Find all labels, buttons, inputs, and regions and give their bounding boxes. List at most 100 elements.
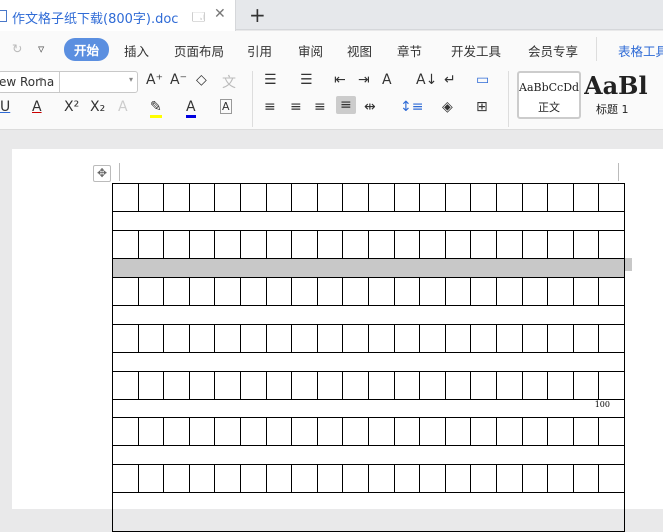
grid-cell[interactable]: [523, 184, 549, 211]
grid-cell[interactable]: [471, 184, 497, 211]
grid-cell[interactable]: [446, 372, 472, 399]
grid-cell[interactable]: [241, 465, 267, 492]
grid-cell[interactable]: [190, 278, 216, 305]
grid-cell[interactable]: [241, 184, 267, 211]
grid-cell[interactable]: [139, 418, 165, 445]
grid-cell[interactable]: [523, 465, 549, 492]
subscript-icon[interactable]: X₂: [90, 99, 105, 115]
grid-row[interactable]: [112, 325, 625, 353]
grid-cell[interactable]: [574, 465, 600, 492]
grid-cell[interactable]: [292, 418, 318, 445]
menu-tab-references[interactable]: 引用: [247, 41, 272, 60]
style-heading-1[interactable]: AaBl 标题 1: [584, 71, 663, 119]
grid-cell[interactable]: [548, 184, 574, 211]
menu-tab-table-tools[interactable]: 表格工具: [618, 41, 663, 60]
grid-cell[interactable]: [420, 372, 446, 399]
grid-cell[interactable]: [599, 465, 624, 492]
grid-cell[interactable]: [164, 465, 190, 492]
grid-cell[interactable]: [164, 325, 190, 352]
grid-cell[interactable]: [497, 278, 523, 305]
spacer-row[interactable]: [112, 306, 625, 325]
grid-cell[interactable]: [343, 372, 369, 399]
grid-row[interactable]: [112, 231, 625, 259]
grid-cell[interactable]: [267, 278, 293, 305]
grid-cell[interactable]: [497, 184, 523, 211]
grid-cell[interactable]: [113, 325, 139, 352]
grid-cell[interactable]: [395, 372, 421, 399]
grid-cell[interactable]: [369, 418, 395, 445]
grid-cell[interactable]: [267, 418, 293, 445]
grid-cell[interactable]: [190, 418, 216, 445]
grid-cell[interactable]: [523, 278, 549, 305]
grid-cell[interactable]: [369, 325, 395, 352]
grid-cell[interactable]: [190, 465, 216, 492]
text-effect-icon[interactable]: A: [118, 99, 128, 115]
grid-cell[interactable]: [113, 231, 139, 258]
quick-access-dropdown-icon[interactable]: ▿: [38, 41, 44, 56]
grid-cell[interactable]: [113, 465, 139, 492]
grid-row[interactable]: [112, 418, 625, 446]
grid-cell[interactable]: [190, 325, 216, 352]
grid-cell[interactable]: [420, 465, 446, 492]
shading-icon[interactable]: ◈: [442, 99, 453, 115]
menu-tab-view[interactable]: 视图: [347, 41, 372, 60]
grid-cell[interactable]: [318, 325, 344, 352]
grid-cell[interactable]: [318, 278, 344, 305]
spacer-row[interactable]: [112, 493, 625, 532]
grid-cell[interactable]: [395, 325, 421, 352]
grid-cell[interactable]: [574, 325, 600, 352]
grid-cell[interactable]: [548, 418, 574, 445]
grid-cell[interactable]: [292, 278, 318, 305]
grid-cell[interactable]: [548, 278, 574, 305]
grid-cell[interactable]: [343, 418, 369, 445]
grid-cell[interactable]: [292, 325, 318, 352]
grid-cell[interactable]: [267, 231, 293, 258]
grid-cell[interactable]: [139, 184, 165, 211]
grid-cell[interactable]: [318, 231, 344, 258]
grid-cell[interactable]: [164, 184, 190, 211]
grid-cell[interactable]: [215, 465, 241, 492]
strikethrough-icon[interactable]: A: [32, 99, 42, 115]
grid-cell[interactable]: [369, 372, 395, 399]
grid-cell[interactable]: [318, 418, 344, 445]
highlight-icon[interactable]: ✎: [150, 99, 162, 118]
grid-cell[interactable]: [292, 184, 318, 211]
grid-cell[interactable]: [241, 278, 267, 305]
borders-icon[interactable]: ⊞: [476, 99, 488, 115]
grid-cell[interactable]: [190, 184, 216, 211]
grid-cell[interactable]: [446, 231, 472, 258]
grid-cell[interactable]: [420, 231, 446, 258]
grid-cell[interactable]: [267, 325, 293, 352]
grid-cell[interactable]: [523, 325, 549, 352]
shrink-font-icon[interactable]: A⁻: [170, 72, 187, 88]
grid-cell[interactable]: [471, 465, 497, 492]
grid-cell[interactable]: [113, 184, 139, 211]
grid-cell[interactable]: [215, 418, 241, 445]
grid-cell[interactable]: [395, 278, 421, 305]
grid-cell[interactable]: [267, 184, 293, 211]
grid-cell[interactable]: [574, 184, 600, 211]
grid-cell[interactable]: [190, 372, 216, 399]
grid-cell[interactable]: [292, 465, 318, 492]
align-center-icon[interactable]: ≡: [290, 99, 302, 115]
grid-cell[interactable]: [215, 184, 241, 211]
grid-cell[interactable]: [215, 231, 241, 258]
grid-row[interactable]: [112, 372, 625, 400]
grid-cell[interactable]: [369, 278, 395, 305]
grid-row[interactable]: [112, 465, 625, 493]
grid-cell[interactable]: [139, 325, 165, 352]
menu-tab-member[interactable]: 会员专享: [528, 41, 578, 60]
grid-cell[interactable]: [446, 325, 472, 352]
grid-cell[interactable]: [420, 418, 446, 445]
grid-cell[interactable]: [446, 465, 472, 492]
justify-icon[interactable]: ≡: [336, 96, 356, 114]
grid-row[interactable]: [112, 184, 625, 212]
grid-paper-table[interactable]: 100: [112, 183, 625, 532]
grid-cell[interactable]: [395, 184, 421, 211]
grid-cell[interactable]: [241, 325, 267, 352]
grid-cell[interactable]: [497, 325, 523, 352]
redo-icon[interactable]: ↻: [12, 41, 22, 56]
grid-cell[interactable]: [599, 184, 624, 211]
paragraph-mark-icon[interactable]: ↵: [444, 72, 456, 88]
grid-cell[interactable]: [369, 231, 395, 258]
